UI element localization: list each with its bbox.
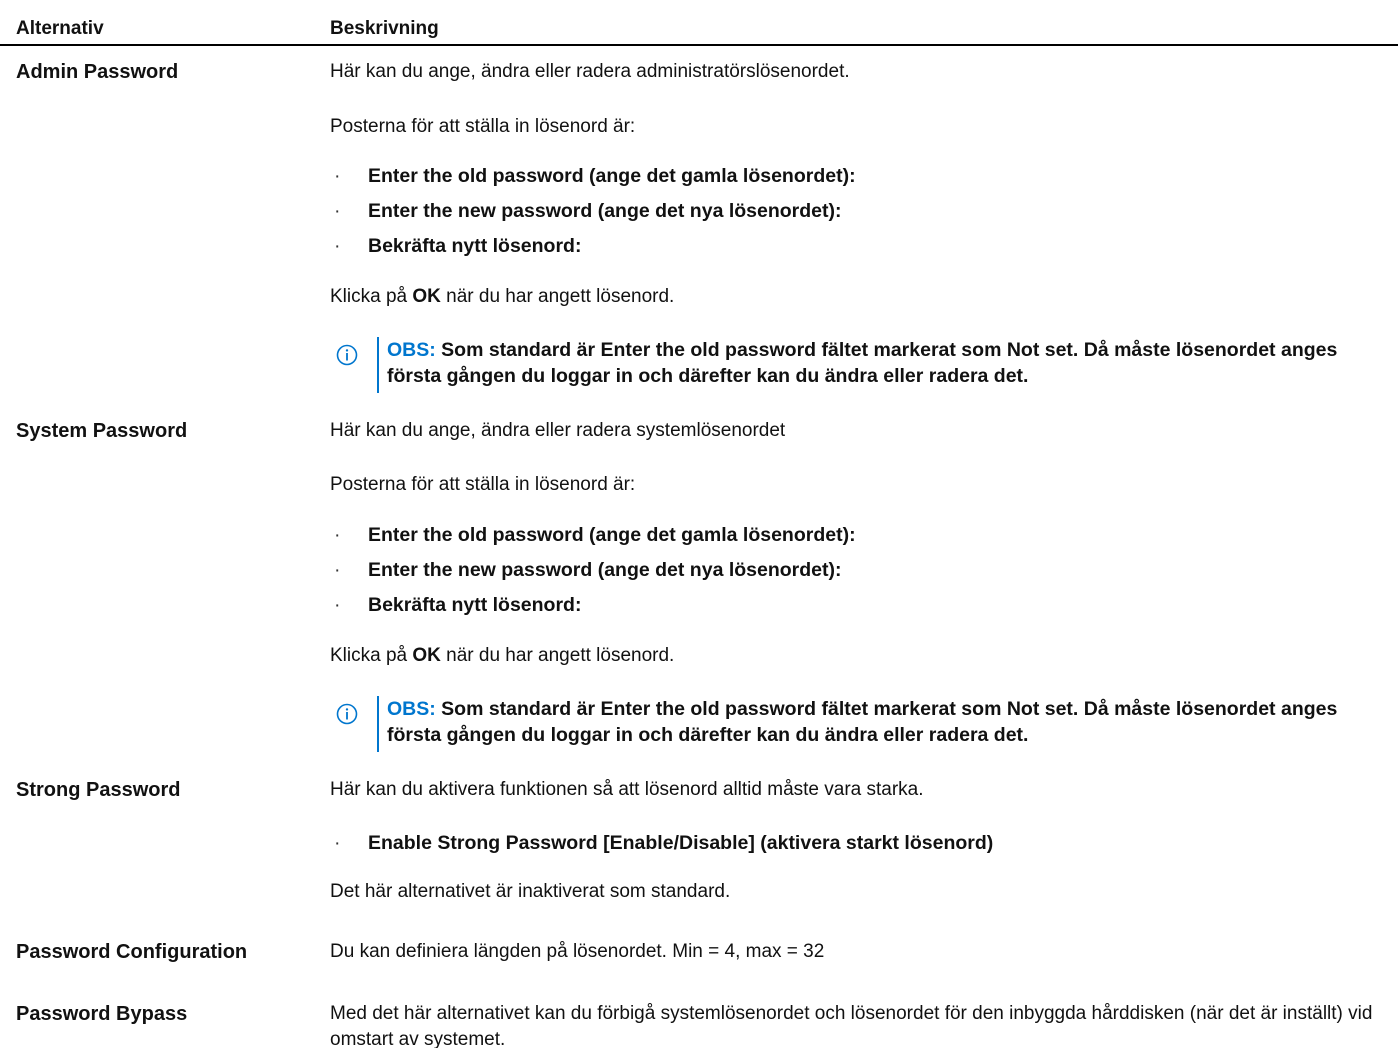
list-item-text: Enter the old password (ange det gamla l…	[368, 165, 856, 187]
system-description: Här kan du ange, ändra eller radera syst…	[330, 420, 786, 441]
list-item-text: Bekräfta nytt lösenord:	[368, 594, 582, 616]
system-note: OBS: Som standard är Enter the old passw…	[336, 696, 1337, 754]
list-item-text: Enter the new password (ange det nya lös…	[368, 559, 842, 581]
info-circle-icon	[336, 703, 358, 725]
bullet-dot: ·	[334, 235, 341, 257]
header-rule	[0, 44, 1398, 46]
click-ok-suffix: när du har angett lösenord.	[440, 286, 675, 307]
list-item-text: Enter the old password (ange det gamla l…	[368, 524, 856, 546]
column-header-description: Beskrivning	[330, 18, 439, 39]
click-ok-prefix: Klicka på	[330, 645, 413, 666]
option-password-configuration: Password Configuration	[16, 941, 248, 963]
system-click-ok-text: Klicka på OK när du har angett lösenord.	[330, 643, 1380, 669]
bypass-description: Med det här alternativet kan du förbigå …	[330, 1003, 1373, 1048]
note-body: Som standard är Enter the old password f…	[387, 698, 1338, 746]
column-header-option: Alternativ	[16, 18, 104, 39]
bullet-dot: ·	[334, 200, 341, 222]
admin-note: OBS: Som standard är Enter the old passw…	[336, 337, 1337, 395]
option-strong-password: Strong Password	[16, 779, 181, 801]
list-item-text: Enable Strong Password [Enable/Disable] …	[368, 832, 994, 854]
ok-keyword: OK	[412, 286, 441, 307]
ok-keyword: OK	[412, 645, 441, 666]
admin-description: Här kan du ange, ändra eller radera admi…	[330, 61, 850, 82]
option-admin-password: Admin Password	[16, 61, 179, 83]
note-label: OBS:	[387, 339, 436, 361]
admin-entries-intro: Posterna för att ställa in lösenord är:	[330, 116, 636, 137]
bullet-dot: ·	[334, 559, 341, 581]
bullet-dot: ·	[334, 165, 341, 187]
note-body: Som standard är Enter the old password f…	[387, 339, 1338, 387]
settings-table: Alternativ Beskrivning Admin Password Hä…	[0, 0, 1398, 1048]
strong-default-note: Det här alternativet är inaktiverat som …	[330, 881, 731, 902]
list-item-text: Bekräfta nytt lösenord:	[368, 235, 582, 257]
config-description: Du kan definiera längden på lösenordet. …	[330, 941, 825, 962]
note-text: OBS: Som standard är Enter the old passw…	[387, 337, 1347, 389]
option-system-password: System Password	[16, 420, 188, 442]
option-password-bypass: Password Bypass	[16, 1003, 188, 1025]
click-ok-suffix: när du har angett lösenord.	[440, 645, 675, 666]
bullet-dot: ·	[334, 594, 341, 616]
info-circle-icon	[336, 344, 358, 366]
admin-click-ok-text: Klicka på OK när du har angett lösenord.	[330, 284, 1380, 310]
click-ok-prefix: Klicka på	[330, 286, 413, 307]
bullet-dot: ·	[334, 524, 341, 546]
note-accent-bar	[377, 696, 379, 752]
note-accent-bar	[377, 337, 379, 393]
note-label: OBS:	[387, 698, 436, 720]
note-text: OBS: Som standard är Enter the old passw…	[387, 696, 1347, 748]
bullet-dot: ·	[334, 832, 341, 854]
strong-description: Här kan du aktivera funktionen så att lö…	[330, 779, 924, 800]
list-item-text: Enter the new password (ange det nya lös…	[368, 200, 842, 222]
system-entries-intro: Posterna för att ställa in lösenord är:	[330, 474, 636, 495]
